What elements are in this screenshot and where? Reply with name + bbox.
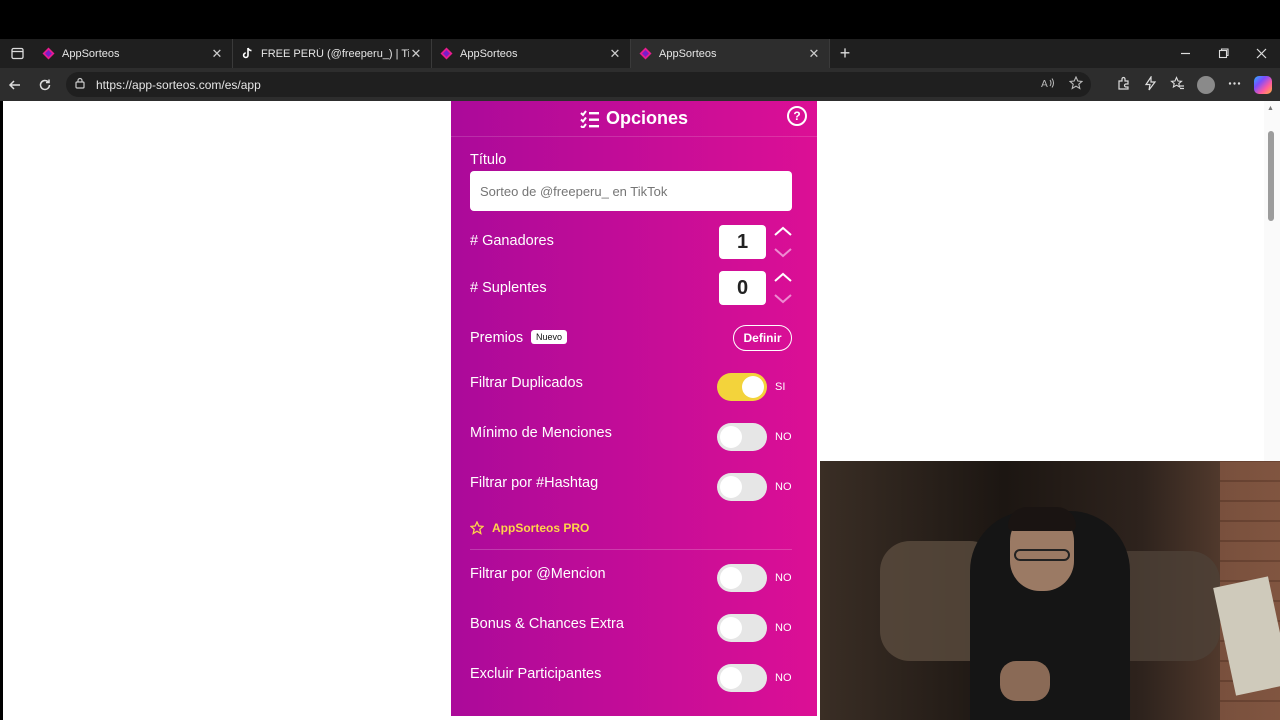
excluir-participantes-toggle[interactable] [717, 664, 767, 692]
browser-toolbar [1116, 68, 1272, 101]
suplentes-value[interactable]: 0 [719, 271, 766, 305]
performance-icon[interactable] [1143, 74, 1158, 94]
toggle-state: NO [775, 431, 792, 443]
toggle-state: NO [775, 622, 792, 634]
url-text: https://app-sorteos.com/es/app [96, 77, 261, 92]
toggle-knob [720, 617, 742, 639]
more-options-icon[interactable] [1227, 76, 1242, 94]
section-divider [470, 549, 792, 550]
address-bar: https://app-sorteos.com/es/app A [0, 68, 1280, 101]
ganadores-increment-icon[interactable] [773, 225, 793, 237]
filtrar-duplicados-toggle[interactable] [717, 373, 767, 401]
titulo-label: Título [470, 152, 507, 168]
toggle-label: Mínimo de Menciones [470, 425, 612, 441]
back-icon[interactable] [0, 68, 30, 101]
tab-label: AppSorteos [659, 47, 717, 60]
screen-top-black-bar [0, 0, 1280, 39]
site-info-icon[interactable] [74, 77, 88, 92]
toggle-state: NO [775, 672, 792, 684]
browser-tab-2[interactable]: FREE PERÚ (@freeperu_) | TikTok ✕ [233, 39, 432, 68]
toggle-state: NO [775, 572, 792, 584]
ganadores-label: # Ganadores [470, 233, 554, 249]
toggle-state: NO [775, 481, 792, 493]
webcam-person-glasses [1014, 549, 1070, 561]
bonus-chances-toggle[interactable] [717, 614, 767, 642]
panel-title: Opciones [580, 108, 688, 129]
definir-button[interactable]: Definir [733, 325, 792, 351]
checklist-icon [580, 109, 599, 128]
scrollbar-thumb[interactable] [1268, 131, 1274, 221]
toggle-knob [720, 567, 742, 589]
window-edge [0, 101, 3, 720]
appsorteos-pro-section: AppSorteos PRO [470, 521, 589, 535]
extensions-icon[interactable] [1116, 76, 1131, 94]
titulo-input[interactable] [470, 171, 792, 211]
new-tab-button[interactable]: + [830, 43, 860, 64]
toggle-state: SI [775, 381, 786, 393]
close-tab-icon[interactable]: ✕ [210, 46, 224, 62]
copilot-icon[interactable] [1254, 75, 1272, 94]
close-window-icon[interactable] [1242, 39, 1280, 68]
minimo-menciones-toggle[interactable] [717, 423, 767, 451]
toggle-label: Bonus & Chances Extra [470, 616, 624, 632]
toggle-knob [742, 376, 764, 398]
filtrar-hashtag-toggle[interactable] [717, 473, 767, 501]
browser-tab-3[interactable]: AppSorteos ✕ [432, 39, 631, 68]
pro-label: AppSorteos PRO [492, 521, 590, 535]
appsorteos-logo-icon [440, 47, 453, 60]
appsorteos-logo-icon [42, 47, 55, 60]
close-tab-icon[interactable]: ✕ [807, 46, 821, 62]
options-panel: Opciones ? Título # Ganadores 1 # Suplen… [451, 101, 817, 716]
read-aloud-icon[interactable]: A [1041, 77, 1055, 92]
close-tab-icon[interactable]: ✕ [608, 46, 622, 62]
panel-title-text: Opciones [605, 108, 689, 128]
appsorteos-logo-icon [639, 47, 652, 60]
profile-avatar[interactable] [1197, 75, 1215, 94]
close-tab-icon[interactable]: ✕ [409, 46, 423, 62]
ganadores-value[interactable]: 1 [719, 225, 766, 259]
suplentes-label: # Suplentes [470, 280, 547, 296]
scroll-up-icon[interactable]: ▲ [1267, 105, 1274, 112]
premios-label: Premios [470, 330, 524, 346]
maximize-icon[interactable] [1204, 39, 1242, 68]
refresh-icon[interactable] [30, 68, 60, 101]
url-field[interactable]: https://app-sorteos.com/es/app A [66, 72, 1091, 97]
svg-text:A: A [1041, 79, 1048, 89]
window-controls [1166, 39, 1280, 68]
tab-actions-icon[interactable] [0, 39, 34, 68]
suplentes-decrement-icon[interactable] [773, 293, 793, 305]
webcam-person-hand [1000, 661, 1050, 701]
panel-header: Opciones ? [451, 101, 817, 137]
filtrar-mencion-toggle[interactable] [717, 564, 767, 592]
toggle-label: Filtrar por @Mencion [470, 566, 606, 582]
favorite-star-icon[interactable] [1068, 75, 1084, 93]
suplentes-increment-icon[interactable] [773, 271, 793, 283]
nuevo-badge: Nuevo [531, 330, 568, 344]
toggle-knob [720, 476, 742, 498]
toggle-label: Filtrar Duplicados [470, 375, 583, 391]
webcam-person-hair [1008, 507, 1076, 531]
tiktok-icon [242, 47, 252, 59]
toggle-knob [720, 667, 742, 689]
browser-tab-strip: AppSorteos ✕ FREE PERÚ (@freeperu_) | Ti… [0, 39, 1280, 68]
star-icon [470, 521, 484, 535]
toggle-label: Filtrar por #Hashtag [470, 475, 599, 491]
favorites-icon[interactable] [1170, 75, 1185, 94]
page-scrollbar[interactable]: ▲ [1264, 101, 1280, 461]
browser-tab-1[interactable]: AppSorteos ✕ [34, 39, 233, 68]
minimize-icon[interactable] [1166, 39, 1204, 68]
toggle-label: Excluir Participantes [470, 666, 602, 682]
tab-label: AppSorteos [62, 47, 120, 60]
tab-label: AppSorteos [460, 47, 518, 60]
toggle-knob [720, 426, 742, 448]
browser-tab-4[interactable]: AppSorteos ✕ [631, 39, 830, 68]
help-icon[interactable]: ? [787, 106, 807, 126]
ganadores-decrement-icon[interactable] [773, 247, 793, 259]
tab-label: FREE PERÚ (@freeperu_) | TikTok [261, 47, 409, 60]
webcam-overlay [820, 461, 1280, 720]
